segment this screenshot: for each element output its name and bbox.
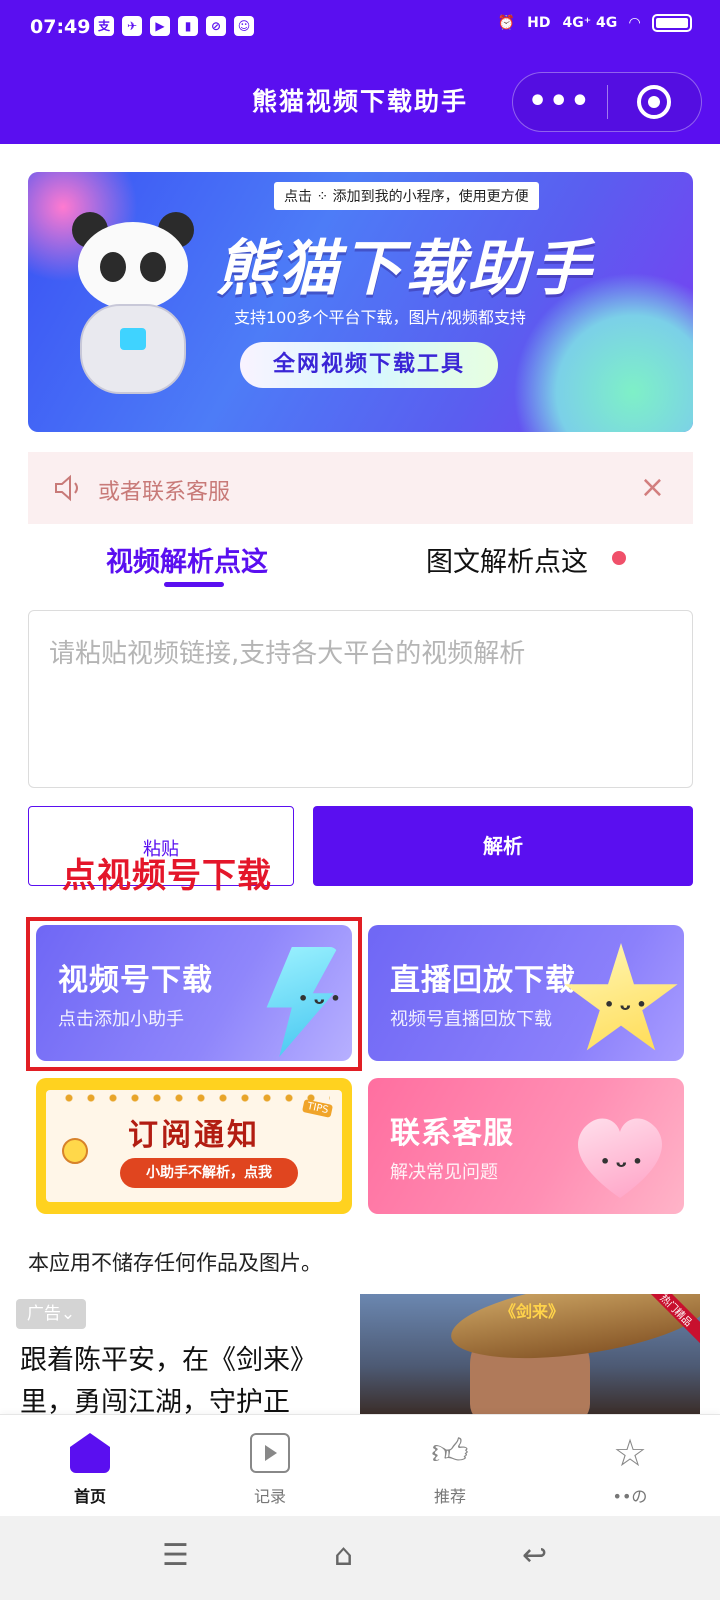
card-subtitle: 小助手不解析，点我	[120, 1158, 298, 1188]
alarm-icon: ⏰	[497, 15, 516, 31]
contact-support-card[interactable]: 联系客服 解决常见问题 • ᴗ •	[368, 1078, 684, 1214]
wifi-icon: ◠	[629, 15, 640, 31]
card-subtitle: 解决常见问题	[390, 1162, 498, 1183]
ad-image[interactable]: 《剑来》 热门精品	[360, 1294, 700, 1414]
disclaimer-text: 本应用不储存任何作品及图片。	[28, 1251, 322, 1275]
network-label: 4G⁺ 4G	[562, 15, 618, 31]
video-link-input[interactable]: 请粘贴视频链接,支持各大平台的视频解析	[28, 610, 693, 788]
banner-title: 熊猫下载助手	[216, 234, 594, 304]
thumbs-up-icon: 👍︎	[431, 1432, 469, 1473]
close-miniprogram-button[interactable]	[608, 85, 702, 119]
system-nav-bar: ☰ ⌂ ↩	[0, 1516, 720, 1600]
loop-icon: ⊘	[206, 16, 226, 36]
banner-pill-button[interactable]: 全网视频下载工具	[240, 342, 498, 388]
ad-badge[interactable]: 广告⌄	[16, 1299, 86, 1329]
face-icon: ☺	[234, 16, 254, 36]
status-indicators: ⏰ HD 4G⁺ 4G ◠	[498, 14, 692, 32]
notice-text: 或者联系客服	[98, 480, 231, 505]
live-replay-download-card[interactable]: 直播回放下载 视频号直播回放下载 • ᴗ •	[368, 925, 684, 1061]
new-badge-dot	[612, 551, 626, 565]
card-subtitle: 视频号直播回放下载	[390, 1009, 552, 1030]
gallery-icon: ▮	[178, 16, 198, 36]
parse-button[interactable]: 解析	[313, 806, 693, 886]
panda-mascot-image	[68, 212, 198, 402]
panda-body	[80, 304, 186, 394]
card-title: 直播回放下载	[390, 963, 576, 998]
bottom-tab-bar: 首页 记录 👍︎ 推荐 ☆ ••の	[0, 1414, 720, 1517]
video-record-icon	[250, 1433, 290, 1473]
tab-home[interactable]: 首页	[0, 1415, 180, 1517]
alipay-icon: 支	[94, 16, 114, 36]
ad-image-title: 《剑来》	[500, 1302, 565, 1321]
home-icon	[70, 1433, 110, 1473]
home-nav-icon[interactable]: ⌂	[334, 1538, 353, 1573]
banner-subtitle: 支持100多个平台下载，图片/视频都支持	[234, 308, 526, 327]
notice-bar: 或者联系客服 ×	[28, 452, 693, 524]
star-icon: ☆	[612, 1431, 648, 1475]
tab-recommend-label: 推荐	[433, 1487, 466, 1506]
status-time: 07:49	[30, 16, 91, 38]
overlay-annotation-text: 点视频号下载	[62, 856, 272, 896]
card-title: 联系客服	[390, 1116, 514, 1151]
hd-icon: HD	[527, 15, 551, 31]
cute-face-icon: • ᴗ •	[600, 1152, 643, 1171]
target-icon	[637, 85, 672, 119]
tab-recommend[interactable]: 👍︎ 推荐	[360, 1415, 540, 1517]
panda-head	[78, 222, 188, 310]
active-tab-indicator	[164, 582, 224, 587]
status-app-icons: 支 ✈ ▶ ▮ ⊘ ☺	[94, 16, 254, 36]
miniprogram-capsule: •••	[512, 72, 702, 132]
tab-home-label: 首页	[73, 1487, 106, 1506]
more-dots-icon[interactable]: •••	[513, 72, 607, 132]
panda-eye	[100, 252, 126, 282]
tab-more-label: ••の	[612, 1487, 648, 1506]
ad-text[interactable]: 跟着陈平安，在《剑来》里，勇闯江湖，守护正	[20, 1340, 340, 1424]
speaker-icon	[55, 474, 78, 502]
promo-banner[interactable]: 点击 ⁘ 添加到我的小程序，使用更方便 熊猫下载助手 支持100多个平台下载，图…	[28, 172, 693, 432]
play-icon: ▶	[150, 16, 170, 36]
tab-records[interactable]: 记录	[180, 1415, 360, 1517]
bird-icon: ✈	[122, 16, 142, 36]
tab-video-parse[interactable]: 视频解析点这	[106, 540, 268, 579]
add-to-miniprogram-chip[interactable]: 点击 ⁘ 添加到我的小程序，使用更方便	[274, 182, 539, 210]
close-icon[interactable]: ×	[640, 470, 665, 506]
tab-image-parse[interactable]: 图文解析点这	[426, 540, 588, 579]
tab-more[interactable]: ☆ ••の	[540, 1415, 720, 1517]
decorative-dots	[58, 1094, 330, 1102]
subscribe-notice-card[interactable]: TIPS 订阅通知 小助手不解析，点我	[36, 1078, 352, 1214]
back-icon[interactable]: ↩	[522, 1538, 547, 1573]
highlight-frame	[26, 917, 362, 1071]
card-title: 订阅通知	[128, 1118, 260, 1153]
battery-icon	[652, 14, 692, 32]
tab-records-label: 记录	[253, 1487, 286, 1506]
panda-eye	[140, 252, 166, 282]
cute-face-icon: • ᴗ •	[604, 995, 647, 1014]
menu-icon[interactable]: ☰	[162, 1538, 189, 1573]
top-bar: 07:49 支 ✈ ▶ ▮ ⊘ ☺ ⏰ HD 4G⁺ 4G ◠ 熊猫视频下载助手…	[0, 0, 720, 144]
